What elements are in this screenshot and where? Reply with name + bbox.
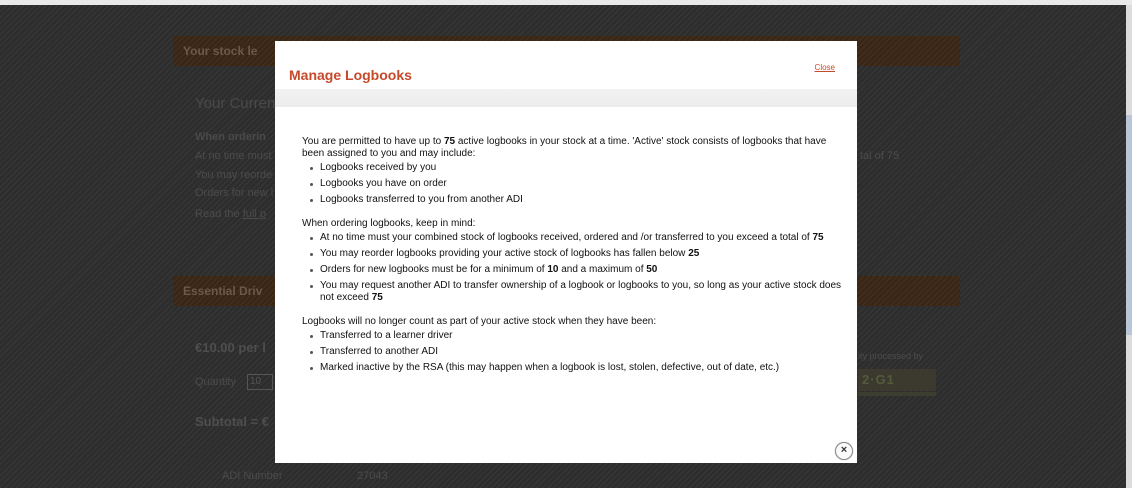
bg-bullet-2: You may reorde <box>195 169 273 181</box>
essential-driver-title: Essential Driv <box>183 284 263 298</box>
close-link[interactable]: Close <box>815 63 835 72</box>
list-item: Marked inactive by the RSA (this may hap… <box>302 362 850 374</box>
list-item: You may reorder logbooks providing your … <box>302 248 850 260</box>
list-item: At no time must your combined stock of l… <box>302 232 850 244</box>
read-the-policy: Read the full p <box>195 208 266 220</box>
rule-number: 25 <box>688 248 700 259</box>
stock-level-title: Your stock le <box>183 44 258 58</box>
adi-number-label: ADI Number <box>222 470 283 482</box>
processed-by-label: ity processed by <box>858 351 924 361</box>
rule-text: Orders for new logbooks must be for a mi… <box>320 264 548 275</box>
manage-logbooks-modal: Manage Logbooks Close You are permitted … <box>275 41 857 463</box>
modal-body: You are permitted to have up to 75 activ… <box>302 136 850 378</box>
price-per-logbook: €10.00 per l <box>195 340 266 355</box>
bg-bullet-1: At no time must <box>195 150 272 162</box>
modal-header: Manage Logbooks Close <box>275 41 857 89</box>
intro-paragraph: You are permitted to have up to 75 activ… <box>302 136 850 160</box>
rule-number: 75 <box>812 232 824 243</box>
payment-brand-logo: 2·G1 <box>858 369 936 391</box>
max-active-count: 75 <box>443 136 456 147</box>
payment-brand-underline <box>858 392 936 396</box>
read-the-label: Read the <box>195 208 240 220</box>
rule-number: 50 <box>646 264 658 275</box>
page-scrollbar[interactable] <box>1126 5 1132 488</box>
list-item: Transferred to another ADI <box>302 346 850 358</box>
when-ordering-heading: When orderin <box>195 131 266 143</box>
scrollbar-thumb[interactable] <box>1126 115 1132 335</box>
payment-brand-text: 2·G1 <box>862 372 895 387</box>
close-icon[interactable]: × <box>835 442 853 460</box>
ordering-rules-list: At no time must your combined stock of l… <box>302 232 850 304</box>
list-item: Logbooks transferred to you from another… <box>302 194 850 206</box>
list-item: Transferred to a learner driver <box>302 330 850 342</box>
list-item: Logbooks received by you <box>302 162 850 174</box>
modal-title: Manage Logbooks <box>289 67 412 83</box>
rule-text: You may request another ADI to transfer … <box>320 280 842 303</box>
no-longer-count-heading: Logbooks will no longer count as part of… <box>302 316 657 327</box>
rule-text: You may reorder logbooks providing your … <box>320 248 689 259</box>
quantity-select[interactable]: 10 <box>247 374 273 390</box>
rule-text: and a maximum of <box>558 264 647 275</box>
modal-header-band <box>275 89 857 107</box>
intro-text-start: You are permitted to have up to <box>302 136 444 147</box>
inactive-conditions-list: Transferred to a learner driver Transfer… <box>302 330 850 374</box>
list-item: Logbooks you have on order <box>302 178 850 190</box>
rule-number: 10 <box>547 264 559 275</box>
read-the-link[interactable]: full p <box>243 208 266 220</box>
rule-text: At no time must your combined stock of l… <box>320 232 813 243</box>
list-item: Orders for new logbooks must be for a mi… <box>302 264 850 276</box>
bg-bullet-3: Orders for new l <box>195 187 274 199</box>
adi-number-value: 27043 <box>357 470 388 482</box>
active-stock-list: Logbooks received by you Logbooks you ha… <box>302 162 850 206</box>
quantity-label: Quantity <box>195 376 236 388</box>
rule-number: 75 <box>371 292 383 303</box>
bg-right-fragment: tal of 75 <box>860 150 900 162</box>
keep-in-mind-heading: When ordering logbooks, keep in mind: <box>302 218 476 229</box>
list-item: You may request another ADI to transfer … <box>302 280 850 304</box>
subtotal-label: Subtotal = € <box>195 414 270 429</box>
current-stock-label: Your Curren <box>195 95 276 112</box>
